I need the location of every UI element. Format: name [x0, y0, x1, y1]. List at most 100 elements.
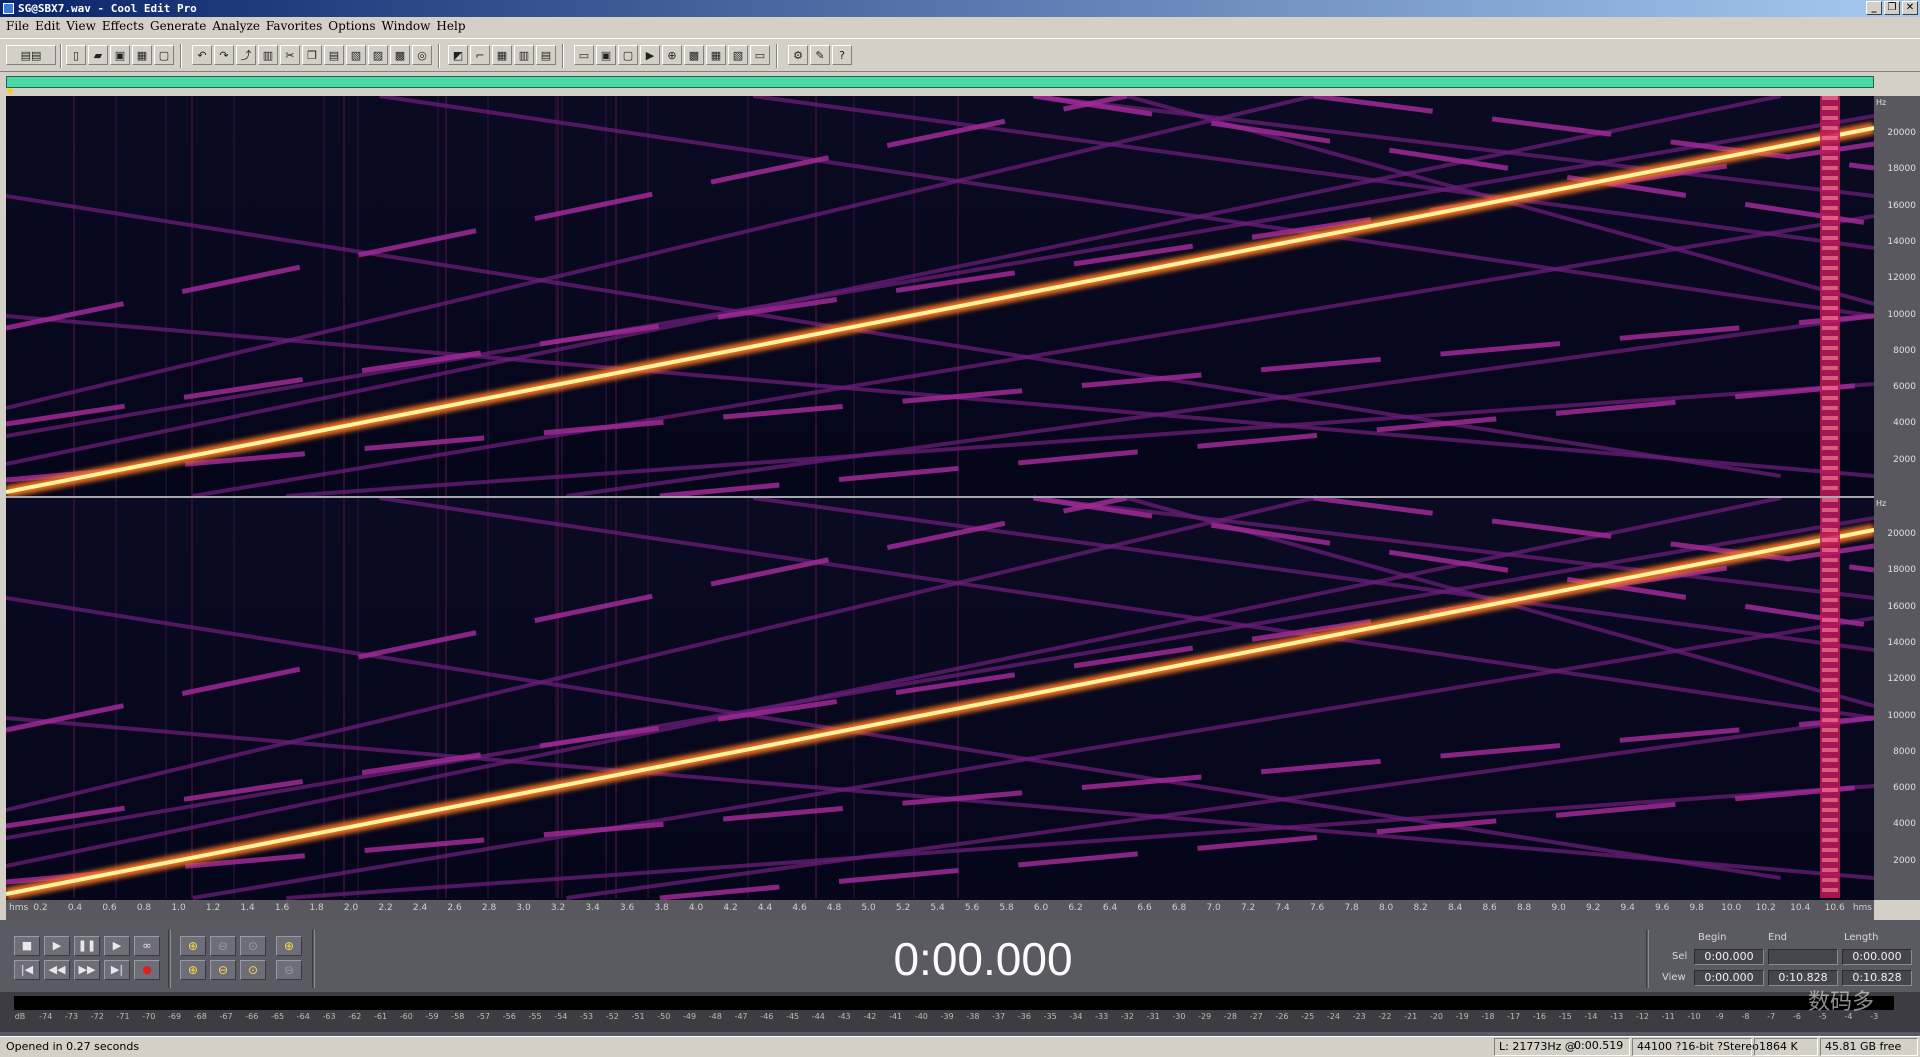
record-button[interactable]: ●	[134, 960, 160, 980]
undo-icon[interactable]: ↶	[192, 45, 212, 65]
restore-icon[interactable]: ❐	[1884, 1, 1900, 15]
snap-icon[interactable]: ▥	[514, 45, 534, 65]
loop-button[interactable]: ∞	[134, 936, 160, 956]
spectrogram-noise-stripe	[1822, 96, 1838, 100]
time-tick-label: 10.0	[1721, 903, 1742, 913]
view-row-label: View	[1662, 972, 1686, 983]
new-icon[interactable]: ▯	[66, 45, 86, 65]
time-tick-label: 9.6	[1654, 903, 1670, 913]
menu-options[interactable]: Options	[328, 17, 381, 36]
meter-icon[interactable]: ▢	[618, 45, 638, 65]
zoom-left-button[interactable]: ⊕	[180, 960, 206, 980]
stop-button[interactable]: ■	[14, 936, 40, 956]
mix-paste-icon[interactable]: ▧	[346, 45, 366, 65]
time-format-icon[interactable]: ▩	[684, 45, 704, 65]
save-selection-icon[interactable]: ▦	[132, 45, 152, 65]
help-icon[interactable]: ?	[832, 45, 852, 65]
watermark: 数码多	[1808, 990, 1875, 1015]
frames-icon[interactable]: ▦	[706, 45, 726, 65]
sel-end-field[interactable]	[1768, 949, 1838, 965]
spectrogram-noise-stripe	[1822, 376, 1838, 380]
repeat-icon[interactable]: ⤴	[236, 45, 256, 65]
spectrogram-noise-stripe	[1822, 426, 1838, 430]
open-icon[interactable]: ▰	[88, 45, 108, 65]
waveform-overview-bar[interactable]	[6, 76, 1874, 88]
goto-start-button[interactable]: |◀	[14, 960, 40, 980]
rewind-button[interactable]: ◀◀	[44, 960, 70, 980]
trim-icon[interactable]: ▨	[368, 45, 388, 65]
goto-end-button[interactable]: ▶|	[104, 960, 130, 980]
time-display: 0:00.000	[893, 933, 1073, 985]
time-tick-label: 8.0	[1378, 903, 1394, 913]
zoom-selection-button[interactable]: ⊙	[240, 960, 266, 980]
meter-tick-label: -20	[1429, 1012, 1443, 1021]
multitrack-toggle-icon[interactable]: ▤▤	[6, 45, 56, 65]
zoom-out-vertical-button[interactable]: ⊖	[276, 960, 302, 980]
redo-icon[interactable]: ↷	[214, 45, 234, 65]
save-icon[interactable]: ▣	[110, 45, 130, 65]
menu-window[interactable]: Window	[382, 17, 437, 36]
menu-bar: File Edit View Effects Generate Analyze …	[0, 17, 1920, 36]
pause-button[interactable]: ❚❚	[74, 936, 100, 956]
time-ruler[interactable]: hms 0.2 0.4 0.6 0.8 1.0 1.2 1.4 1.6 1.8 2.0 2.2 2.4 2…	[6, 900, 1874, 920]
menu-analyze[interactable]: Analyze	[212, 17, 266, 36]
zoom-full-button[interactable]: ⊙	[240, 936, 266, 956]
zoom-right-button[interactable]: ⊖	[210, 960, 236, 980]
menu-generate[interactable]: Generate	[150, 17, 212, 36]
menu-favorites[interactable]: Favorites	[266, 17, 328, 36]
meter-tick-label: -10	[1687, 1012, 1701, 1021]
meter-tick-label: -72	[90, 1012, 104, 1021]
hz-tick-label: 2000	[1893, 454, 1916, 465]
spectral-view[interactable]	[6, 96, 1874, 900]
meter-tick-label: -15	[1558, 1012, 1572, 1021]
cut-icon[interactable]: ✂	[280, 45, 300, 65]
sel-length-field[interactable]: 0:00.000	[1842, 949, 1912, 965]
meter-tick-label: -45	[786, 1012, 800, 1021]
zoom-in-vertical-button[interactable]: ⊕	[276, 936, 302, 956]
window-icon[interactable]: ▭	[750, 45, 770, 65]
fast-forward-button[interactable]: ▶▶	[74, 960, 100, 980]
color-icon[interactable]: ▧	[728, 45, 748, 65]
menu-help[interactable]: Help	[436, 17, 471, 36]
spectrogram-noise-stripe	[1822, 246, 1838, 250]
spectrogram-noise-stripe	[1822, 608, 1838, 612]
zoom-out-horizontal-button[interactable]: ⊖	[210, 936, 236, 956]
marker-icon[interactable]: ▤	[536, 45, 556, 65]
spectral-view-icon[interactable]: ◩	[448, 45, 468, 65]
script-icon[interactable]: ✎	[810, 45, 830, 65]
playhead-marker-icon[interactable]	[6, 89, 14, 95]
time-tick-label: 5.6	[964, 903, 980, 913]
cd-icon[interactable]: ▣	[596, 45, 616, 65]
settings-icon[interactable]: ⚙	[788, 45, 808, 65]
close-file-icon[interactable]: ▢	[154, 45, 174, 65]
app-icon[interactable]	[3, 3, 14, 14]
copy-icon[interactable]: ❐	[302, 45, 322, 65]
view-begin-field[interactable]: 0:00.000	[1694, 970, 1764, 986]
menu-effects[interactable]: Effects	[102, 17, 150, 36]
sel-begin-field[interactable]: 0:00.000	[1694, 949, 1764, 965]
menu-edit[interactable]: Edit	[35, 17, 66, 36]
minimize-icon[interactable]: _	[1866, 1, 1882, 15]
menu-view[interactable]: View	[66, 17, 102, 36]
play-icon[interactable]: ▶	[640, 45, 660, 65]
play-button[interactable]: ▶	[44, 936, 70, 956]
loop-icon[interactable]: ▭	[574, 45, 594, 65]
spectrogram-noise-stripe	[1822, 648, 1838, 652]
effects-icon[interactable]: ◎	[412, 45, 432, 65]
close-icon[interactable]: ✕	[1902, 1, 1918, 15]
grid-icon[interactable]: ▦	[492, 45, 512, 65]
spectrogram-noise-stripe	[1822, 436, 1838, 440]
spectrogram-noise-stripe	[1822, 116, 1838, 120]
spectrogram-noise-stripe	[1822, 528, 1838, 532]
zoom-icon[interactable]: ⊕	[662, 45, 682, 65]
time-tick-label: 3.2	[550, 903, 566, 913]
cut-copy-icon[interactable]: ▥	[258, 45, 278, 65]
play-to-end-button[interactable]: ▶	[104, 936, 130, 956]
zoom-in-horizontal-button[interactable]: ⊕	[180, 936, 206, 956]
spectrogram-noise-stripe	[1822, 578, 1838, 582]
spectrogram-noise-stripe	[1822, 286, 1838, 290]
paste-icon[interactable]: ▤	[324, 45, 344, 65]
waveform-view-icon[interactable]: ⌐	[470, 45, 490, 65]
delete-icon[interactable]: ▩	[390, 45, 410, 65]
menu-file[interactable]: File	[6, 17, 35, 36]
